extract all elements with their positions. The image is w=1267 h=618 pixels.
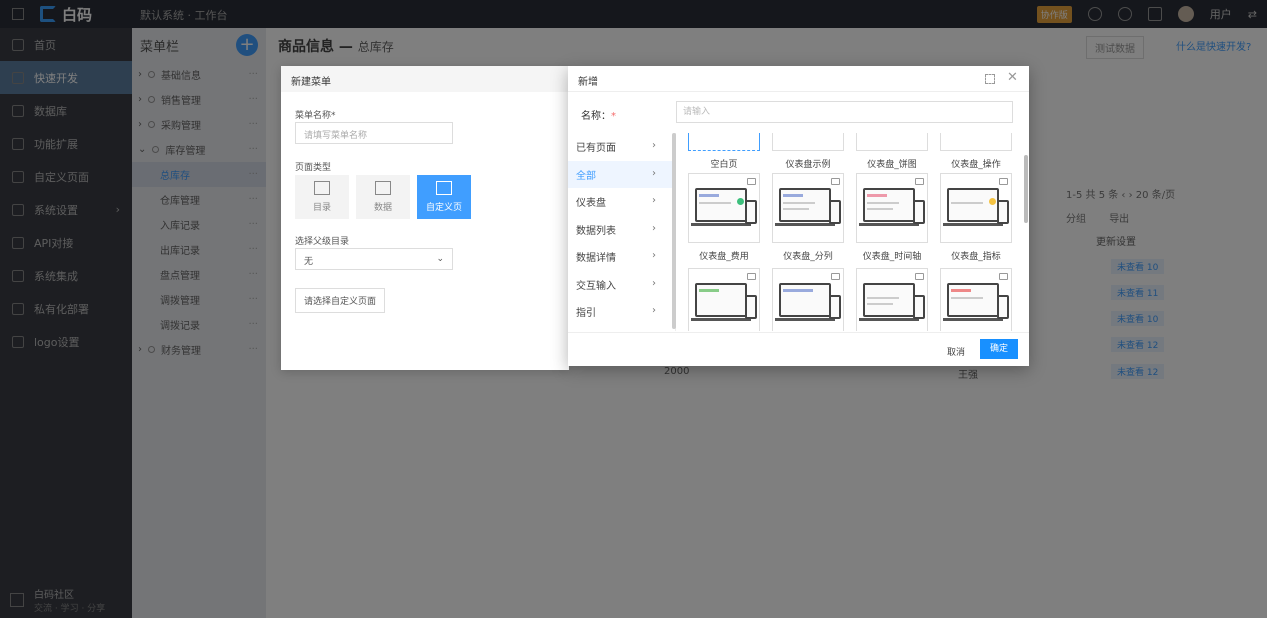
dialog-header: 新增 ✕ — [568, 66, 1029, 92]
template-tile[interactable]: 仪表盘_指标 — [940, 173, 1012, 262]
template-thumbnail — [688, 268, 760, 331]
required-mark: * — [611, 111, 616, 122]
preview-icon[interactable] — [747, 178, 756, 185]
template-label: 空白页 — [710, 160, 738, 170]
chevron-right-icon: › — [652, 195, 656, 206]
preview-icon[interactable] — [747, 273, 756, 280]
category-data-detail[interactable]: 数据详情 › — [568, 243, 675, 271]
template-thumbnail — [772, 173, 844, 243]
category-interactive-input[interactable]: 交互输入 › — [568, 271, 675, 299]
close-icon[interactable]: ✕ — [1007, 70, 1018, 85]
template-tile[interactable]: 仪表盘示例 — [772, 133, 844, 170]
template-tile[interactable] — [772, 268, 844, 331]
fullscreen-icon[interactable] — [985, 74, 995, 84]
template-tile[interactable]: 仪表盘_费用 — [688, 173, 760, 262]
preview-icon[interactable] — [999, 273, 1008, 280]
template-tile[interactable] — [940, 268, 1012, 331]
menu-name-label: 菜单名称* — [295, 111, 336, 121]
category-list: 已有页面 › 全部 › 仪表盘 › 数据列表 › 数据详情 › 交互输入 › 指引 › — [568, 133, 676, 331]
template-tile[interactable] — [856, 268, 928, 331]
chevron-down-icon: ⌄ — [436, 254, 444, 264]
category-existing-pages[interactable]: 已有页面 › — [568, 133, 675, 161]
chevron-right-icon: › — [652, 167, 656, 179]
chevron-right-icon: › — [652, 305, 656, 316]
name-input[interactable] — [676, 101, 1013, 123]
template-tile[interactable]: 仪表盘_饼图 — [856, 133, 928, 170]
chevron-right-icon: › — [652, 250, 656, 261]
image-icon — [436, 181, 452, 195]
template-thumbnail — [940, 268, 1012, 331]
template-thumbnail — [940, 173, 1012, 243]
template-thumbnail — [856, 173, 928, 243]
parent-dir-select[interactable]: 无 ⌄ — [295, 248, 453, 270]
category-guide[interactable]: 指引 › — [568, 298, 675, 326]
template-label: 仪表盘_饼图 — [867, 160, 917, 170]
preview-icon[interactable] — [999, 178, 1008, 185]
chevron-right-icon: › — [652, 140, 656, 151]
category-data-list[interactable]: 数据列表 › — [568, 216, 675, 244]
preview-icon[interactable] — [915, 178, 924, 185]
type-option-custom-page[interactable]: 自定义页 — [417, 175, 471, 219]
type-option-directory[interactable]: 目录 — [295, 175, 349, 219]
dialog-title: 新增 — [578, 77, 598, 88]
template-label: 仪表盘_操作 — [951, 160, 1001, 170]
cancel-button[interactable]: 取消 — [947, 345, 965, 358]
name-label: 名称：* — [581, 111, 616, 122]
category-dashboard[interactable]: 仪表盘 › — [568, 188, 675, 216]
template-thumbnail — [856, 268, 928, 331]
template-grid: 空白页 仪表盘示例 仪表盘_饼图 仪表盘_操作 仪表盘_费用 仪表盘_分列 仪表… — [676, 133, 1029, 331]
preview-icon[interactable] — [831, 178, 840, 185]
preview-icon[interactable] — [831, 273, 840, 280]
type-option-data[interactable]: 数据 — [356, 175, 410, 219]
new-menu-dialog-title: 新建菜单 — [281, 66, 569, 92]
template-label: 仪表盘示例 — [785, 160, 831, 170]
template-tile[interactable]: 仪表盘_分列 — [772, 173, 844, 262]
template-tile[interactable]: 空白页 — [688, 133, 760, 170]
new-menu-dialog: 新建菜单 菜单名称* 请填写菜单名称 页面类型 目录 数据 自定义页 选择父级目… — [281, 66, 569, 370]
template-thumbnail — [772, 268, 844, 331]
list-icon — [314, 181, 330, 195]
template-label: 仪表盘_指标 — [951, 252, 1001, 262]
template-tile[interactable]: 仪表盘_操作 — [940, 133, 1012, 170]
chevron-right-icon: › — [652, 222, 656, 234]
confirm-button[interactable]: 确定 — [980, 339, 1018, 359]
choose-custom-page-button[interactable]: 请选择自定义页面 — [295, 288, 386, 313]
template-thumbnail — [856, 133, 928, 151]
add-page-dialog: 新增 ✕ 名称：* 已有页面› 全部› 仪表盘› 数据列表› 数据详情› 交互输… — [568, 66, 1029, 366]
template-tile[interactable] — [688, 268, 760, 331]
template-thumbnail — [688, 173, 760, 243]
category-all[interactable]: 全部 › — [568, 160, 675, 188]
parent-dir-label: 选择父级目录 — [295, 237, 350, 247]
chevron-right-icon: › — [652, 277, 656, 289]
template-label: 仪表盘_时间轴 — [862, 252, 922, 262]
template-thumbnail — [772, 133, 844, 151]
template-scrollbar[interactable] — [1024, 155, 1028, 223]
page-type-label: 页面类型 — [295, 163, 332, 173]
table-icon — [375, 181, 391, 195]
template-thumbnail — [940, 133, 1012, 151]
preview-icon[interactable] — [915, 273, 924, 280]
template-thumbnail — [688, 133, 760, 151]
template-tile[interactable]: 仪表盘_时间轴 — [856, 173, 928, 262]
template-label: 仪表盘_费用 — [699, 252, 749, 262]
dialog-footer: 取消 确定 — [568, 332, 1029, 366]
menu-name-input[interactable]: 请填写菜单名称 — [295, 122, 453, 144]
template-label: 仪表盘_分列 — [783, 252, 833, 262]
